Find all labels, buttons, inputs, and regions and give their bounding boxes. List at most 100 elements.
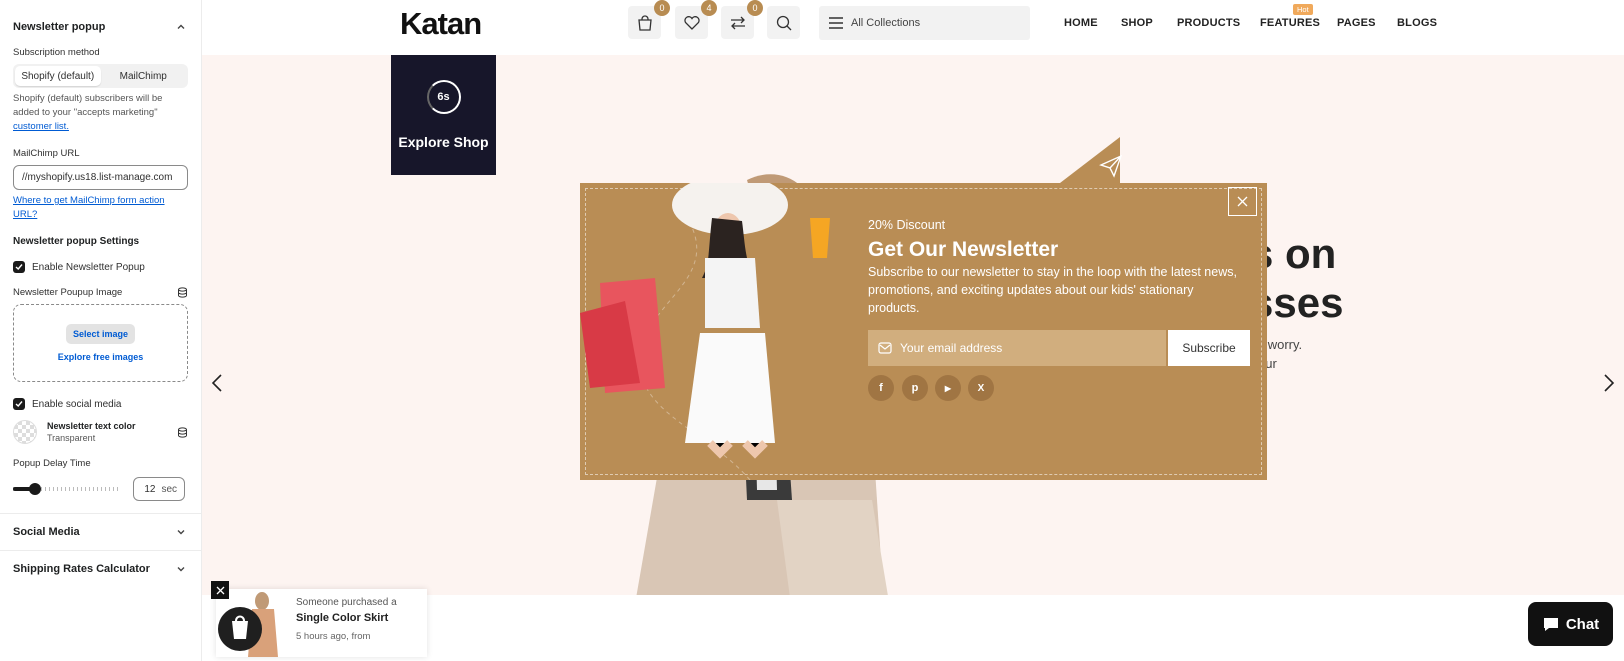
chevron-down-icon [177,530,185,535]
theme-editor-panel: Newsletter popup Subscription method Sho… [0,0,202,661]
slider-next-button[interactable] [1600,373,1616,393]
shipping-title: Shipping Rates Calculator [13,563,150,575]
delay-slider-thumb[interactable] [28,483,41,495]
chat-label: Chat [1565,615,1600,633]
popup-title: Get Our Newsletter [868,238,1059,261]
text-color-value: Transparent [47,433,96,443]
nav-blogs[interactable]: BLOGS [1397,17,1437,29]
nav-products[interactable]: PRODUCTS [1177,17,1240,29]
option-shopify[interactable]: Shopify (default) [15,66,101,86]
subscription-method-toggle: Shopify (default) MailChimp [13,64,188,88]
delay-value: 12 [144,483,156,495]
close-icon [216,586,224,594]
toast-time: 5 hours ago, from [296,631,371,642]
popup-close-button[interactable] [1228,187,1257,216]
option-mailchimp[interactable]: MailChimp [101,66,187,86]
site-logo[interactable]: Katan [400,6,482,42]
delay-slider[interactable] [13,483,121,495]
popup-image-row: Newsletter Poupup Image [13,287,188,298]
shipping-section[interactable]: Shipping Rates Calculator [0,551,201,587]
toast-close-button[interactable] [211,581,229,599]
newsletter-section-title: Newsletter popup [13,21,106,33]
collections-dropdown[interactable]: All Collections [819,6,1030,40]
cart-count-badge: 0 [654,0,670,16]
delay-unit: sec [161,483,177,495]
compare-count-badge: 0 [747,0,763,16]
chevron-left-icon [211,374,222,392]
enable-social-label: Enable social media [32,398,122,410]
explore-shop-label: Explore Shop [398,134,489,150]
chat-button[interactable]: Chat [1528,602,1613,646]
send-plane-icon [1099,154,1123,178]
chevron-right-icon [1604,374,1615,392]
select-image-button[interactable]: Select image [65,324,136,344]
mailchimp-help-link[interactable]: Where to get MailChimp form action URL? [13,194,188,222]
popup-model-image [580,183,830,480]
toast-product: Single Color Skirt [296,612,389,624]
bag-icon [637,14,652,31]
enable-popup-label: Enable Newsletter Popup [32,261,145,273]
newsletter-section-header[interactable]: Newsletter popup [0,9,201,45]
youtube-icon[interactable]: ▶ [935,375,961,401]
subscribe-button[interactable]: Subscribe [1168,330,1250,366]
countdown-timer: 6s [426,80,461,114]
database-icon[interactable] [177,426,188,438]
social-media-section[interactable]: Social Media [0,514,201,550]
purchase-notification[interactable]: Someone purchased a Single Color Skirt 5… [216,589,427,657]
enable-popup-checkbox[interactable]: Enable Newsletter Popup [13,261,188,273]
image-dropzone[interactable]: Select image Explore free images [13,304,188,382]
delay-label: Popup Delay Time [13,458,91,469]
compare-button[interactable]: 0 [721,0,763,39]
hot-badge: Hot [1293,4,1313,15]
toast-intro: Someone purchased a [296,597,397,608]
text-color-label: Newsletter text color [47,421,136,431]
chat-bubble-icon [1543,618,1558,631]
collections-label: All Collections [851,17,921,29]
wishlist-button[interactable]: 4 [675,0,717,39]
nav-home[interactable]: HOME [1064,17,1098,29]
popup-discount: 20% Discount [868,218,946,232]
subscription-help-text: Shopify (default) subscribers will be ad… [13,93,163,118]
site-header: Katan 0 4 0 All Collections HOME SHOP PR… [202,0,1624,55]
product-thumbnail [218,592,278,657]
pinterest-icon[interactable]: p [902,375,928,401]
nav-shop[interactable]: SHOP [1121,17,1153,29]
slider-prev-button[interactable] [210,373,226,393]
database-icon[interactable] [177,287,188,298]
delay-slider-row: 12 sec [13,477,188,501]
wishlist-count-badge: 4 [701,0,717,16]
checkbox-checked-icon [13,398,25,410]
nav-features[interactable]: FEATURES [1260,17,1320,29]
facebook-icon[interactable]: f [868,375,894,401]
customer-list-link[interactable]: customer list. [13,121,69,132]
email-input[interactable]: Your email address [868,330,1166,366]
heart-icon [683,15,700,30]
nav-pages[interactable]: PAGES [1337,17,1376,29]
mailchimp-url-input[interactable]: //myshopify.us18.list-manage.com [13,165,188,190]
close-icon [1237,196,1248,207]
newsletter-popup: 20% Discount Get Our Newsletter Subscrib… [580,137,1267,480]
search-icon [776,15,791,30]
text-color-info: Newsletter text color Transparent [47,421,167,443]
chevron-up-icon [177,24,185,29]
popup-settings-heading: Newsletter popup Settings [13,236,140,247]
popup-image-label: Newsletter Poupup Image [13,287,123,298]
explore-images-link[interactable]: Explore free images [58,352,144,362]
x-twitter-icon[interactable]: X [968,375,994,401]
mailchimp-url-label: MailChimp URL [13,148,80,159]
search-button[interactable] [767,6,800,39]
subscription-method-label: Subscription method [13,47,100,58]
cart-button[interactable]: 0 [628,0,670,39]
subscription-help: Shopify (default) subscribers will be ad… [13,92,188,134]
chevron-down-icon [177,567,185,572]
compare-arrows-icon [730,16,745,29]
enable-social-checkbox[interactable]: Enable social media [13,398,188,410]
email-placeholder: Your email address [900,341,1003,355]
social-media-title: Social Media [13,526,80,538]
mail-icon [878,342,892,354]
transparent-swatch[interactable] [13,420,37,444]
popup-description: Subscribe to our newsletter to stay in t… [868,265,1237,315]
explore-shop-button[interactable]: 6s Explore Shop [391,55,496,175]
text-color-setting[interactable]: Newsletter text color Transparent [13,420,188,444]
delay-number-input[interactable]: 12 sec [133,477,185,501]
